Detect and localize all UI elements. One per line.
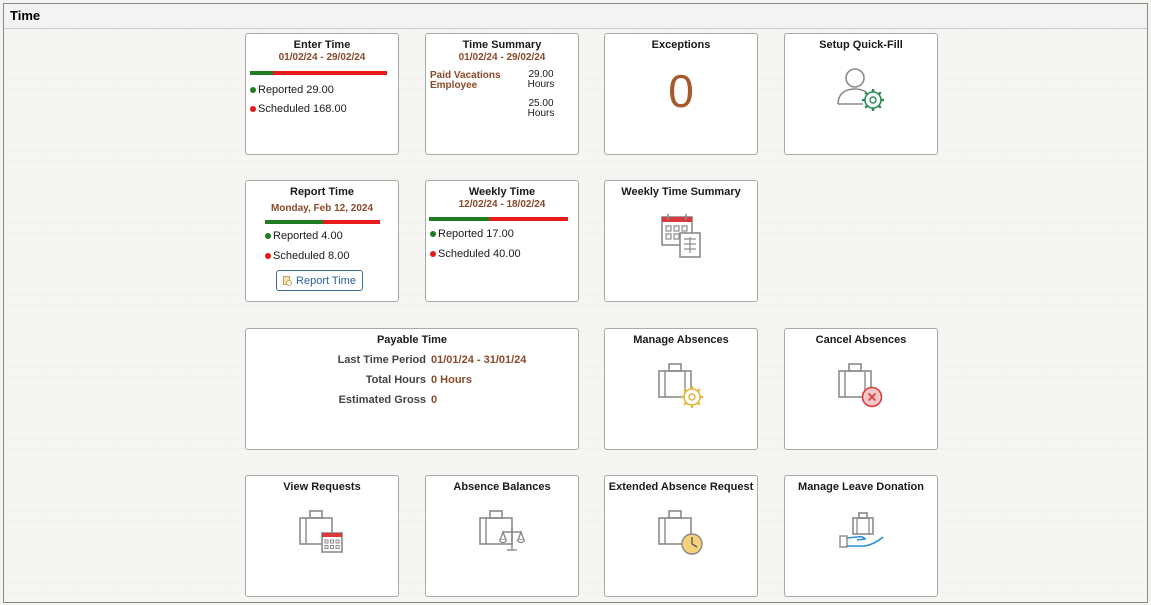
scheduled-legend: Scheduled 168.00 [250, 103, 347, 115]
tile-manage-absences[interactable]: Manage Absences [604, 328, 758, 450]
tile-title: View Requests [283, 481, 361, 493]
green-dot-icon [265, 233, 271, 239]
scheduled-fill [322, 220, 380, 224]
tile-report-time[interactable]: Report Time Monday, Feb 12, 2024 Reporte… [245, 180, 399, 302]
summary-value-2-unit: Hours [527, 108, 555, 119]
tile-title: Enter Time [293, 39, 351, 51]
payable-row-value: 0 Hours [431, 374, 472, 386]
summary-value-1-unit: Hours [527, 79, 555, 90]
date-range: 01/02/24 - 29/02/24 [278, 52, 366, 63]
tile-title: Exceptions [651, 39, 711, 51]
briefcase-clock-icon [605, 506, 757, 558]
hand-briefcase-icon [785, 506, 937, 558]
tile-setup-quick-fill[interactable]: Setup Quick-Fill [784, 33, 938, 155]
hours-progress-bar [265, 220, 380, 224]
tile-title: Manage Absences [633, 334, 729, 346]
tile-exceptions[interactable]: Exceptions 0 [604, 33, 758, 155]
tile-absence-balances[interactable]: Absence Balances [425, 475, 579, 597]
date-range: 01/02/24 - 29/02/24 [458, 52, 546, 63]
page-title: Time [10, 8, 41, 23]
tile-title: Weekly Time [468, 186, 536, 198]
briefcase-scales-icon [426, 506, 578, 558]
tile-title: Time Summary [462, 39, 542, 51]
tile-weekly-time-summary[interactable]: Weekly Time Summary [604, 180, 758, 302]
scheduled-label: Scheduled 8.00 [273, 250, 350, 262]
payable-row-value: 0 [431, 394, 438, 406]
scheduled-label: Scheduled 168.00 [258, 103, 347, 115]
green-dot-icon [250, 87, 256, 93]
hours-progress-bar [429, 217, 568, 221]
tile-title: Absence Balances [453, 481, 551, 493]
scheduled-legend: Scheduled 40.00 [430, 248, 521, 260]
briefcase-calendar-icon [246, 506, 398, 558]
tile-time-summary[interactable]: Time Summary 01/02/24 - 29/02/24 Paid Va… [425, 33, 579, 155]
red-dot-icon [430, 251, 436, 257]
reported-fill [429, 217, 489, 221]
briefcase-cancel-icon [785, 359, 937, 411]
tile-cancel-absences[interactable]: Cancel Absences [784, 328, 938, 450]
tile-payable-time[interactable]: Payable Time Last Time Period 01/01/24 -… [245, 328, 579, 450]
user-gear-icon [785, 64, 937, 114]
tile-extended-absence-request[interactable]: Extended Absence Request [604, 475, 758, 597]
scheduled-legend: Scheduled 8.00 [265, 250, 349, 262]
red-dot-icon [250, 106, 256, 112]
scheduled-fill [273, 71, 387, 75]
payable-row-label: Estimated Gross [338, 394, 426, 406]
report-date: Monday, Feb 12, 2024 [270, 203, 374, 214]
tile-title: Weekly Time Summary [621, 186, 741, 198]
tile-title: Manage Leave Donation [798, 481, 924, 493]
report-time-button-label: Report Time [296, 274, 356, 287]
tile-title: Setup Quick-Fill [819, 39, 903, 51]
reported-legend: Reported 29.00 [250, 84, 334, 96]
payable-row-label: Last Time Period [337, 354, 426, 366]
reported-label: Reported 4.00 [273, 230, 343, 242]
page-header: Time [4, 4, 1147, 29]
tile-view-requests[interactable]: View Requests [245, 475, 399, 597]
briefcase-gear-icon [605, 359, 757, 411]
tile-title: Cancel Absences [815, 334, 907, 346]
tile-weekly-time[interactable]: Weekly Time 12/02/24 - 18/02/24 Reported… [425, 180, 579, 302]
reported-label: Reported 29.00 [258, 84, 334, 96]
hours-progress-bar [250, 71, 387, 75]
reported-legend: Reported 17.00 [430, 228, 514, 240]
red-dot-icon [265, 253, 271, 259]
reported-fill [250, 71, 274, 75]
green-dot-icon [430, 231, 436, 237]
tile-enter-time[interactable]: Enter Time 01/02/24 - 29/02/24 Reported … [245, 33, 399, 155]
clock-note-icon [283, 275, 292, 286]
exceptions-count: 0 [668, 65, 694, 117]
payable-row-value: 01/01/24 - 31/01/24 [431, 354, 527, 366]
date-range: 12/02/24 - 18/02/24 [458, 199, 546, 210]
reported-legend: Reported 4.00 [265, 230, 343, 242]
time-page: Time Enter Time 01/02/24 - 29/02/24 Repo… [3, 3, 1148, 603]
tile-manage-leave-donation[interactable]: Manage Leave Donation [784, 475, 938, 597]
tile-title: Extended Absence Request [608, 481, 754, 493]
report-time-button[interactable]: Report Time [276, 270, 363, 291]
calendar-grid-icon [605, 211, 757, 261]
scheduled-label: Scheduled 40.00 [438, 248, 521, 260]
summary-label-2: Employee [430, 80, 478, 91]
reported-fill [265, 220, 323, 224]
scheduled-fill [488, 217, 568, 221]
payable-row-label: Total Hours [365, 374, 426, 386]
tile-title: Payable Time [376, 334, 448, 346]
tile-title: Report Time [290, 186, 354, 198]
reported-label: Reported 17.00 [438, 228, 514, 240]
